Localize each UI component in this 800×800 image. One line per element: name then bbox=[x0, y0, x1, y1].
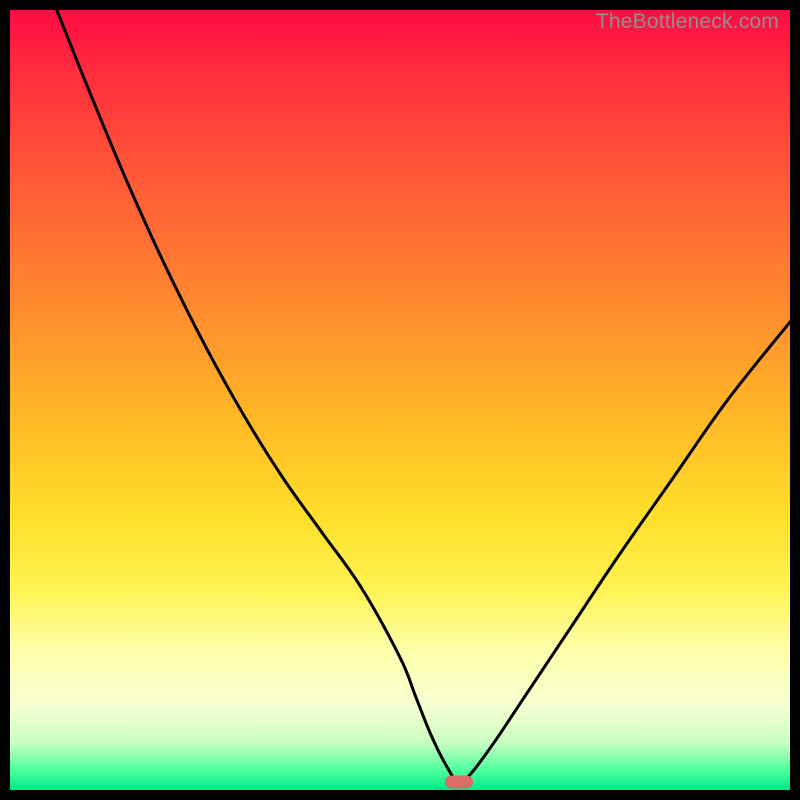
plot-area bbox=[10, 10, 790, 790]
watermark-text: TheBottleneck.com bbox=[596, 10, 779, 34]
minimum-marker bbox=[445, 776, 473, 789]
bottleneck-curve bbox=[10, 10, 790, 790]
chart-frame: TheBottleneck.com bbox=[10, 10, 790, 790]
